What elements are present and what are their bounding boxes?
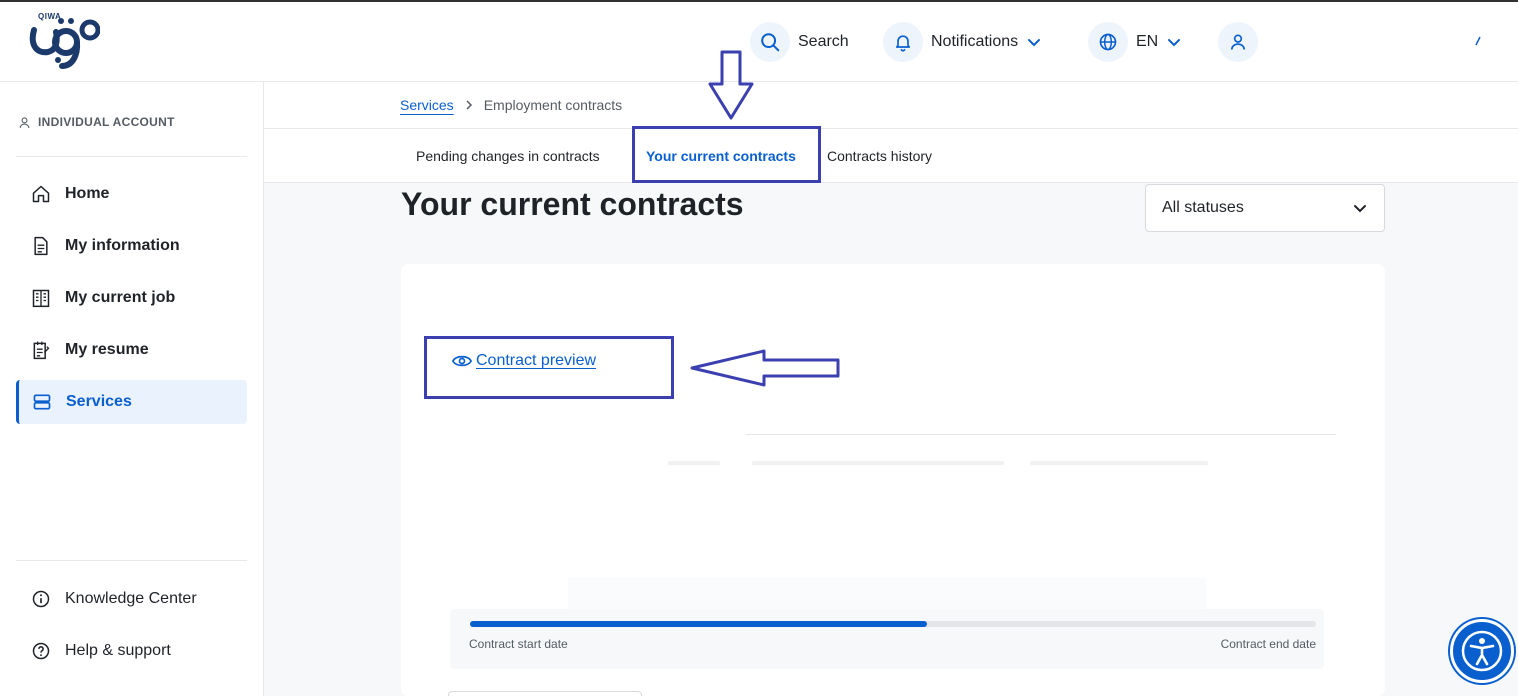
progress-fill [470,621,927,627]
chevron-down-icon [1028,39,1041,47]
contract-start-label: Contract start date [469,637,568,651]
user-icon [1218,22,1258,62]
chevron-down-icon [1168,39,1181,47]
account-type-label: INDIVIDUAL ACCOUNT [38,115,175,129]
sidebar-item-services[interactable]: Services [16,380,247,424]
sidebar-item-label: My resume [65,341,149,358]
accessibility-icon [1461,630,1503,672]
breadcrumb-bar: Services Employment contracts [264,82,1518,129]
progress-track [470,621,1316,627]
top-bar: QIWA Search Notifications EN [0,0,1518,82]
placeholder-line [752,461,1004,465]
tab-contracts-history[interactable]: Contracts history [827,148,932,164]
profile-button[interactable] [1218,22,1258,62]
sidebar-item-label: Home [65,185,110,202]
language-selector[interactable]: EN [1088,22,1182,62]
document-icon [31,236,51,256]
notifications-button[interactable]: Notifications [883,22,1042,62]
resume-icon [31,340,51,360]
sidebar-item-label: Help & support [65,642,171,659]
chevron-down-icon [1354,205,1366,213]
logo-wordmark: QIWA [38,12,62,21]
notifications-label: Notifications [931,33,1019,50]
sidebar-item-label: Services [66,393,132,410]
annotation-arrow-down-icon [708,50,754,120]
sidebar-divider [16,560,247,561]
globe-icon [1088,22,1128,62]
user-icon [19,116,30,128]
breadcrumb-current: Employment contracts [483,97,623,113]
sidebar-divider [16,156,247,157]
card-divider [746,434,1336,435]
tab-bar: Pending changes in contracts Your curren… [264,129,1518,183]
sidebar-item-label: Knowledge Center [65,590,197,607]
building-icon [31,288,51,308]
sidebar-item-knowledge-center[interactable]: Knowledge Center [16,577,247,621]
search-icon [750,22,790,62]
annotation-box-preview [424,336,674,399]
annotation-arrow-left-icon [690,349,840,387]
placeholder-block [568,578,1206,610]
tab-pending-changes[interactable]: Pending changes in contracts [416,148,600,164]
breadcrumb: Services Employment contracts [400,97,622,113]
account-type: INDIVIDUAL ACCOUNT [18,115,175,129]
sidebar-item-my-current-job[interactable]: My current job [16,276,247,320]
sidebar-item-my-resume[interactable]: My resume [16,328,247,372]
placeholder-line [668,461,720,465]
contract-progress: Contract start date Contract end date [450,609,1324,669]
status-filter-value: All statuses [1162,199,1244,216]
search-button[interactable]: Search [750,22,849,62]
language-label: EN [1136,33,1159,50]
chevron-right-icon [466,100,472,110]
logo-mark-icon [29,18,101,69]
search-label: Search [798,33,849,50]
edge-mark-icon [1475,36,1481,46]
card-action-button[interactable] [448,691,642,696]
annotation-box-tab [632,126,821,183]
sidebar-item-my-information[interactable]: My information [16,224,247,268]
qiwa-logo[interactable]: QIWA [28,12,101,72]
contract-end-label: Contract end date [1220,637,1316,651]
sidebar: INDIVIDUAL ACCOUNT Home My information M… [0,82,264,696]
home-icon [31,184,51,204]
page-title: Your current contracts [401,186,744,222]
help-icon [31,641,51,661]
sidebar-item-help-support[interactable]: Help & support [16,629,247,673]
info-icon [31,589,51,609]
breadcrumb-services-link[interactable]: Services [400,97,454,113]
sidebar-item-label: My information [65,237,180,254]
sidebar-item-label: My current job [65,289,176,306]
placeholder-line [1030,461,1208,465]
accessibility-button[interactable] [1450,619,1514,683]
sidebar-item-home[interactable]: Home [16,172,247,216]
bell-icon [883,22,923,62]
services-icon [32,392,52,412]
status-filter-select[interactable]: All statuses [1145,184,1385,232]
